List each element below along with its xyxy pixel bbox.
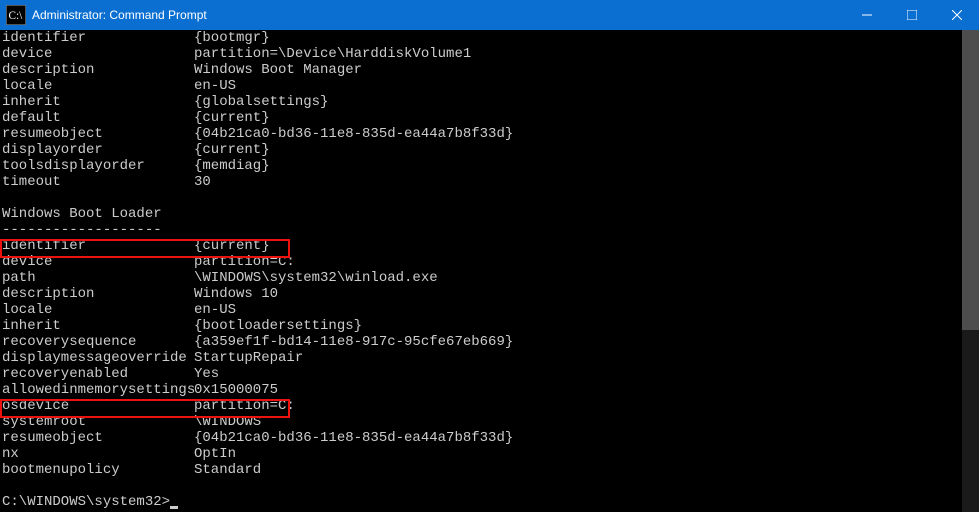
output-line: displaymessageoverrideStartupRepair: [2, 350, 977, 366]
minimize-button[interactable]: [844, 0, 889, 30]
output-line: allowedinmemorysettings0x15000075: [2, 382, 977, 398]
maximize-button[interactable]: [889, 0, 934, 30]
output-line: recoverysequence{a359ef1f-bd14-11e8-917c…: [2, 334, 977, 350]
output-line: devicepartition=C:: [2, 254, 977, 270]
blank-line: [2, 478, 977, 494]
section-divider: -------------------: [2, 222, 977, 238]
output-line: resumeobject{04b21ca0-bd36-11e8-835d-ea4…: [2, 126, 977, 142]
output-line: descriptionWindows 10: [2, 286, 977, 302]
output-line: localeen-US: [2, 78, 977, 94]
output-line: descriptionWindows Boot Manager: [2, 62, 977, 78]
window-titlebar: C:\ Administrator: Command Prompt: [0, 0, 979, 30]
output-line: systemroot\WINDOWS: [2, 414, 977, 430]
output-line: toolsdisplayorder{memdiag}: [2, 158, 977, 174]
cmd-icon: C:\: [6, 6, 26, 24]
output-line: recoveryenabledYes: [2, 366, 977, 382]
output-line: default{current}: [2, 110, 977, 126]
scrollbar-thumb[interactable]: [962, 30, 979, 330]
cursor: [170, 506, 178, 509]
section-header: Windows Boot Loader: [2, 206, 977, 222]
output-line: localeen-US: [2, 302, 977, 318]
prompt-line[interactable]: C:\WINDOWS\system32>: [2, 494, 977, 510]
output-line: identifier{bootmgr}: [2, 30, 977, 46]
terminal-body[interactable]: identifier{bootmgr} devicepartition=\Dev…: [0, 30, 979, 512]
window-title: Administrator: Command Prompt: [32, 8, 844, 22]
svg-text:C:\: C:\: [9, 10, 24, 22]
output-line: nxOptIn: [2, 446, 977, 462]
output-line: inherit{bootloadersettings}: [2, 318, 977, 334]
prompt-text: C:\WINDOWS\system32>: [2, 494, 170, 510]
blank-line: [2, 190, 977, 206]
output-line: path\WINDOWS\system32\winload.exe: [2, 270, 977, 286]
output-line: inherit{globalsettings}: [2, 94, 977, 110]
output-line: osdevicepartition=C:: [2, 398, 977, 414]
output-line: devicepartition=\Device\HarddiskVolume1: [2, 46, 977, 62]
output-line: identifier{current}: [2, 238, 977, 254]
close-button[interactable]: [934, 0, 979, 30]
output-line: resumeobject{04b21ca0-bd36-11e8-835d-ea4…: [2, 430, 977, 446]
output-line: bootmenupolicyStandard: [2, 462, 977, 478]
output-line: displayorder{current}: [2, 142, 977, 158]
output-line: timeout30: [2, 174, 977, 190]
